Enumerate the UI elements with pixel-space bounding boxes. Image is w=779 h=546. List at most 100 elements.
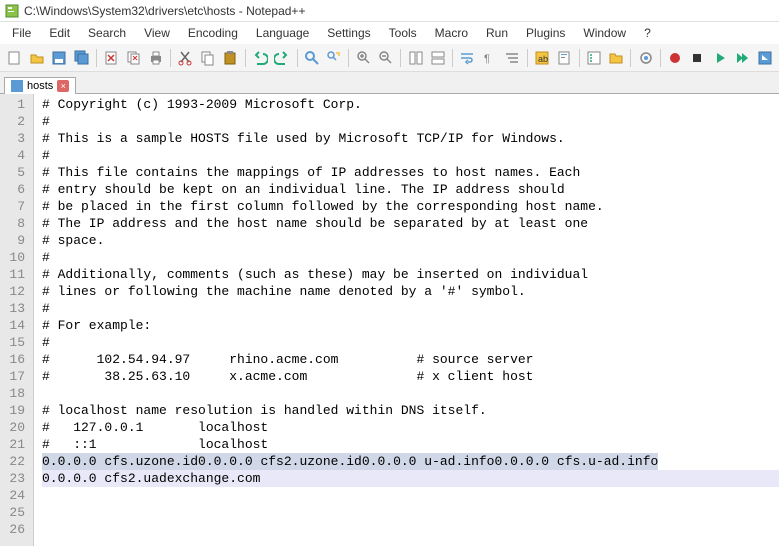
menu-plugins[interactable]: Plugins xyxy=(518,24,573,42)
line-number-gutter: 1234567891011121314151617181920212223242… xyxy=(0,94,34,546)
menu-language[interactable]: Language xyxy=(248,24,317,42)
record-button[interactable] xyxy=(665,47,685,69)
copy-button[interactable] xyxy=(198,47,218,69)
monitor-icon xyxy=(638,50,654,66)
zoom-in-button[interactable] xyxy=(353,47,373,69)
line-number: 25 xyxy=(4,504,25,521)
cut-button[interactable] xyxy=(175,47,195,69)
save-button[interactable] xyxy=(49,47,69,69)
new-icon xyxy=(6,50,22,66)
code-area[interactable]: # Copyright (c) 1993-2009 Microsoft Corp… xyxy=(34,94,779,546)
redo-button[interactable] xyxy=(272,47,292,69)
save-macro-icon xyxy=(757,50,773,66)
stop-button[interactable] xyxy=(687,47,707,69)
code-line[interactable]: # xyxy=(42,113,779,130)
all-chars-button[interactable]: ¶ xyxy=(480,47,500,69)
code-line[interactable]: # This file contains the mappings of IP … xyxy=(42,164,779,181)
code-line[interactable]: 0.0.0.0 cfs.u-ad.info xyxy=(494,453,658,470)
line-number: 7 xyxy=(4,198,25,215)
code-line[interactable]: # xyxy=(42,249,779,266)
line-number: 2 xyxy=(4,113,25,130)
replace-button[interactable] xyxy=(324,47,344,69)
menu-settings[interactable]: Settings xyxy=(319,24,378,42)
play-icon xyxy=(712,50,728,66)
code-line[interactable]: # 102.54.94.97 rhino.acme.com # source s… xyxy=(42,351,779,368)
play-button[interactable] xyxy=(710,47,730,69)
menu-search[interactable]: Search xyxy=(80,24,134,42)
code-line[interactable]: # be placed in the first column followed… xyxy=(42,198,779,215)
close-tab-button[interactable]: × xyxy=(57,80,69,92)
line-number: 20 xyxy=(4,419,25,436)
new-button[interactable] xyxy=(4,47,24,69)
code-line[interactable]: # ::1 localhost xyxy=(42,436,779,453)
sync-v-button[interactable] xyxy=(405,47,425,69)
code-line[interactable]: # xyxy=(42,300,779,317)
code-line[interactable]: # 127.0.0.1 localhost xyxy=(42,419,779,436)
code-line[interactable]: # Additionally, comments (such as these)… xyxy=(42,266,779,283)
code-line[interactable]: # space. xyxy=(42,232,779,249)
print-button[interactable] xyxy=(146,47,166,69)
code-line[interactable]: # The IP address and the host name shoul… xyxy=(42,215,779,232)
menu-window[interactable]: Window xyxy=(575,24,634,42)
line-number: 17 xyxy=(4,368,25,385)
code-line[interactable]: # xyxy=(42,334,779,351)
cut-icon xyxy=(177,50,193,66)
toolbar-separator xyxy=(96,49,97,67)
code-line[interactable]: # 38.25.63.10 x.acme.com # x client host xyxy=(42,368,779,385)
code-line[interactable]: # xyxy=(42,147,779,164)
menu-tools[interactable]: Tools xyxy=(381,24,425,42)
code-line[interactable]: 0.0.0.0 cfs2.uadexchange.com xyxy=(42,470,779,487)
menu-edit[interactable]: Edit xyxy=(41,24,78,42)
menu-view[interactable]: View xyxy=(136,24,178,42)
redo-icon xyxy=(274,50,290,66)
menu-macro[interactable]: Macro xyxy=(427,24,476,42)
toolbar-separator xyxy=(660,49,661,67)
code-line[interactable]: 0.0.0.0 cfs.uzone.id xyxy=(42,453,198,470)
monitor-button[interactable] xyxy=(635,47,655,69)
zoom-out-button[interactable] xyxy=(376,47,396,69)
code-line[interactable]: # lines or following the machine name de… xyxy=(42,283,779,300)
save-macro-button[interactable] xyxy=(755,47,775,69)
menu-help[interactable]: ? xyxy=(636,24,659,42)
all-chars-icon: ¶ xyxy=(482,50,498,66)
save-all-button[interactable] xyxy=(71,47,91,69)
find-button[interactable] xyxy=(302,47,322,69)
close-all-button[interactable] xyxy=(123,47,143,69)
code-line[interactable]: # This is a sample HOSTS file used by Mi… xyxy=(42,130,779,147)
open-button[interactable] xyxy=(26,47,46,69)
func-list-button[interactable] xyxy=(583,47,603,69)
line-number: 5 xyxy=(4,164,25,181)
code-line[interactable] xyxy=(42,385,779,402)
line-number: 19 xyxy=(4,402,25,419)
code-line[interactable]: # Copyright (c) 1993-2009 Microsoft Corp… xyxy=(42,96,779,113)
line-number: 4 xyxy=(4,147,25,164)
tabbar: hosts × xyxy=(0,72,779,94)
menu-file[interactable]: File xyxy=(4,24,39,42)
tab-hosts[interactable]: hosts × xyxy=(4,77,76,94)
zoom-in-icon xyxy=(356,50,372,66)
code-line[interactable]: 0.0.0.0 cfs2.uzone.id xyxy=(198,453,362,470)
lang-button[interactable]: ab xyxy=(532,47,552,69)
wordwrap-button[interactable] xyxy=(457,47,477,69)
line-number: 21 xyxy=(4,436,25,453)
sync-h-button[interactable] xyxy=(428,47,448,69)
folder-button[interactable] xyxy=(606,47,626,69)
print-icon xyxy=(148,50,164,66)
paste-button[interactable] xyxy=(220,47,240,69)
toolbar-separator xyxy=(579,49,580,67)
toolbar-separator xyxy=(452,49,453,67)
menu-encoding[interactable]: Encoding xyxy=(180,24,246,42)
editor[interactable]: 1234567891011121314151617181920212223242… xyxy=(0,94,779,546)
line-number: 12 xyxy=(4,283,25,300)
code-line[interactable]: # entry should be kept on an individual … xyxy=(42,181,779,198)
doc-map-icon xyxy=(556,50,572,66)
code-line[interactable]: # localhost name resolution is handled w… xyxy=(42,402,779,419)
undo-button[interactable] xyxy=(250,47,270,69)
play-multi-button[interactable] xyxy=(732,47,752,69)
code-line[interactable]: # For example: xyxy=(42,317,779,334)
close-button[interactable] xyxy=(101,47,121,69)
menu-run[interactable]: Run xyxy=(478,24,516,42)
code-line[interactable]: 0.0.0.0 u-ad.info xyxy=(362,453,495,470)
indent-guide-button[interactable] xyxy=(502,47,522,69)
doc-map-button[interactable] xyxy=(554,47,574,69)
